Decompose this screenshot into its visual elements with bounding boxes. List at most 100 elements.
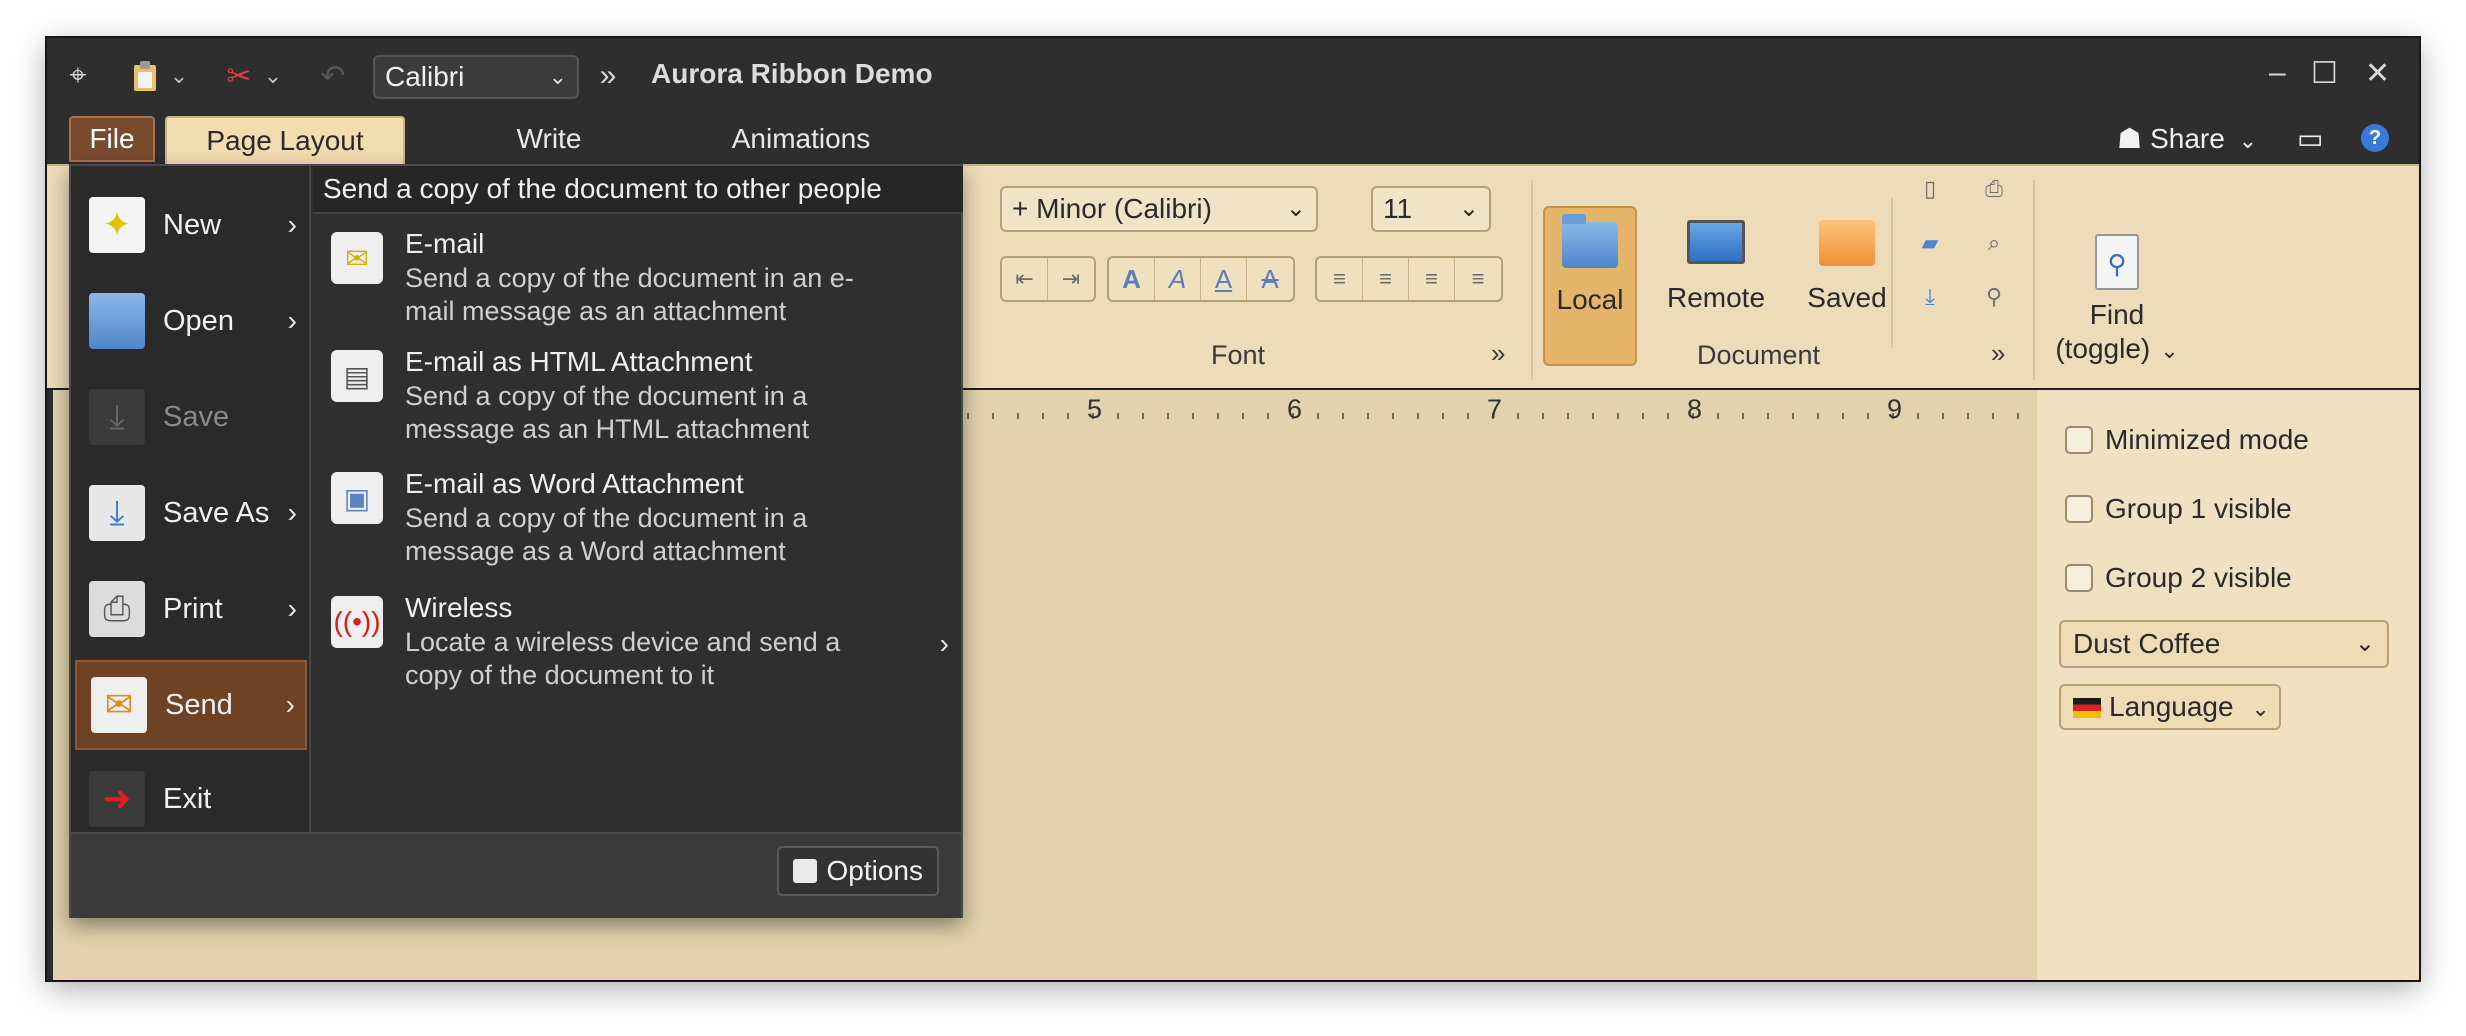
share-button[interactable]: ☗ Share ⌄ (2117, 122, 2257, 155)
app-window: ⌖ ⌄ ✂ ⌄ ↶ Calibri ⌄ » Aurora Ribbon Demo… (47, 38, 2419, 980)
saved-label: Saved (1807, 282, 1887, 313)
checkbox-box[interactable] (2065, 495, 2093, 523)
align-center-icon[interactable]: ≡ (1363, 258, 1409, 300)
menu-item-label: Open (163, 304, 234, 337)
open-folder-icon[interactable]: ▰ (1915, 228, 1945, 258)
align-justify-icon[interactable]: ≡ (1455, 258, 1501, 300)
send-html-attachment-item[interactable]: ▤ E-mail as HTML Attachment Send a copy … (313, 336, 963, 454)
options-icon (792, 859, 817, 883)
menu-item-save[interactable]: ⤓ Save (75, 372, 307, 462)
cut-icon[interactable]: ✂ (221, 58, 257, 94)
language-button[interactable]: Language ⌄ (2059, 684, 2281, 730)
menu-item-open[interactable]: Open › (75, 276, 307, 366)
menu-item-print[interactable]: ⎙ Print › (75, 564, 307, 654)
menu-item-label: Send (165, 688, 233, 721)
open-icon (89, 293, 145, 349)
chevron-right-icon: › (287, 209, 297, 240)
menu-item-label: New (163, 208, 222, 241)
qat-font-combo[interactable]: Calibri ⌄ (373, 55, 579, 99)
maximize-button[interactable]: ☐ (2311, 56, 2338, 91)
save-as-icon: ⤓ (89, 485, 145, 541)
ruler-number: 7 (1487, 394, 1503, 424)
new-icon: ✦ (89, 197, 145, 253)
menu-item-label: Save As (163, 496, 270, 529)
skin-combo[interactable]: Dust Coffee ⌄ (2059, 620, 2389, 668)
text-style-group: A A A A (1107, 256, 1295, 302)
send-item-description: Locate a wireless device and send a copy … (405, 627, 841, 690)
print-icon: ⎙ (89, 581, 145, 637)
ruler-ticks (967, 410, 2077, 422)
options-button[interactable]: Options (776, 846, 939, 896)
menu-primary-panel: ✦ New › Open › ⤓ Save ⤓ Save As › ⎙ Prin… (71, 166, 311, 832)
saved-folder-icon (1819, 220, 1875, 266)
paste-dropdown-icon[interactable]: ⌄ (167, 58, 191, 94)
strikethrough-icon[interactable]: A (1247, 258, 1293, 300)
comments-icon[interactable]: ▭ (2297, 122, 2323, 155)
font-group-launcher[interactable]: » (1491, 338, 1505, 369)
alignment-group: ≡ ≡ ≡ ≡ (1315, 256, 1503, 302)
menu-item-new[interactable]: ✦ New › (75, 180, 307, 270)
app-menu-icon[interactable]: ⌖ (61, 58, 95, 94)
menu-secondary-header: Send a copy of the document to other peo… (313, 166, 963, 214)
paste-icon[interactable] (127, 58, 163, 94)
send-email-item[interactable]: ✉ E-mail Send a copy of the document in … (313, 218, 963, 336)
checkbox-label: Minimized mode (2105, 424, 2309, 455)
send-icon: ✉ (91, 677, 147, 733)
chevron-down-icon: ⌄ (2238, 128, 2258, 153)
chevron-down-icon: ⌄ (1458, 195, 1479, 222)
email-icon: ✉ (331, 232, 383, 284)
group1-visible-checkbox[interactable]: Group 1 visible (2065, 493, 2292, 525)
qat-overflow-icon[interactable]: » (593, 58, 623, 94)
html-document-icon: ▤ (331, 350, 383, 402)
tab-page-layout[interactable]: Page Layout (165, 116, 405, 166)
new-document-icon[interactable]: ▯ (1915, 174, 1945, 204)
cut-dropdown-icon[interactable]: ⌄ (261, 58, 285, 94)
tab-file[interactable]: File (69, 116, 155, 162)
indent-increase-icon[interactable]: ⇥ (1048, 258, 1094, 300)
font-size-combo[interactable]: 11 ⌄ (1371, 186, 1491, 232)
tab-write[interactable]: Write (479, 116, 619, 166)
chevron-down-icon: ⌄ (2354, 630, 2375, 657)
share-label: Share (2150, 123, 2225, 154)
tab-animations[interactable]: Animations (691, 116, 911, 166)
local-button[interactable]: Local (1543, 206, 1637, 366)
save-icon[interactable]: ⤓ (1915, 282, 1945, 312)
document-group-launcher[interactable]: » (1991, 338, 2005, 369)
menu-item-send[interactable]: ✉ Send › (75, 660, 307, 750)
ruler-number: 9 (1887, 394, 1903, 424)
checkbox-box[interactable] (2065, 564, 2093, 592)
zoom-icon[interactable]: ⚲ (1979, 282, 2009, 312)
group2-visible-checkbox[interactable]: Group 2 visible (2065, 562, 2292, 594)
close-button[interactable]: ✕ (2365, 56, 2390, 91)
font-family-combo[interactable]: + Minor (Calibri) ⌄ (1000, 186, 1318, 232)
menu-item-label: Print (163, 592, 223, 625)
help-icon[interactable]: ? (2361, 124, 2389, 152)
menu-item-save-as[interactable]: ⤓ Save As › (75, 468, 307, 558)
menu-item-exit[interactable]: ➜ Exit (75, 754, 307, 844)
align-left-icon[interactable]: ≡ (1317, 258, 1363, 300)
minimized-mode-checkbox[interactable]: Minimized mode (2065, 424, 2309, 456)
chevron-right-icon: › (939, 628, 949, 659)
chevron-right-icon: › (287, 497, 297, 528)
chevron-down-icon: ⌄ (2160, 338, 2179, 363)
send-wireless-item[interactable]: ((•)) Wireless Locate a wireless device … (313, 582, 963, 700)
bold-icon[interactable]: A (1109, 258, 1155, 300)
options-label: Options (826, 855, 924, 886)
send-item-description: Send a copy of the document in a message … (405, 503, 808, 566)
italic-icon[interactable]: A (1155, 258, 1201, 300)
send-word-attachment-item[interactable]: ▣ E-mail as Word Attachment Send a copy … (313, 458, 963, 576)
exit-icon: ➜ (89, 771, 145, 827)
ribbon-separator (1531, 180, 1533, 380)
find-toggle-button[interactable]: ⚲ Find (toggle) ⌄ (2047, 234, 2187, 368)
chevron-right-icon: › (287, 593, 297, 624)
indent-decrease-icon[interactable]: ⇤ (1002, 258, 1048, 300)
checkbox-box[interactable] (2065, 426, 2093, 454)
align-right-icon[interactable]: ≡ (1409, 258, 1455, 300)
print-preview-icon[interactable]: ⌕ (1979, 228, 2009, 258)
wireless-icon: ((•)) (331, 596, 383, 648)
undo-icon[interactable]: ↶ (317, 58, 349, 94)
monitor-icon (1687, 220, 1745, 264)
underline-icon[interactable]: A (1201, 258, 1247, 300)
printer-icon[interactable]: ⎙ (1979, 174, 2009, 204)
minimize-button[interactable]: – (2269, 56, 2286, 90)
